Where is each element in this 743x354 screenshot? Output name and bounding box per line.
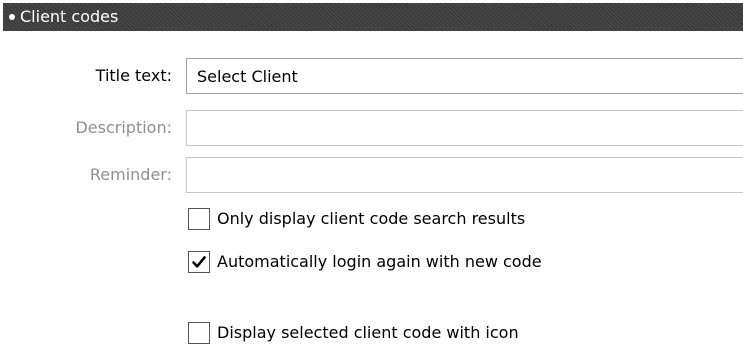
- only-display-search-results-checkbox[interactable]: [188, 208, 210, 230]
- title-text-input[interactable]: [186, 58, 743, 94]
- display-code-with-icon-checkbox[interactable]: [188, 322, 210, 344]
- checkmark-icon: [192, 256, 206, 268]
- client-codes-panel: Client codes Title text: Description: Re…: [0, 0, 743, 354]
- only-display-search-results-label: Only display client code search results: [217, 209, 526, 228]
- description-label: Description:: [75, 118, 172, 137]
- section-title: Client codes: [20, 7, 119, 26]
- reminder-input[interactable]: [186, 157, 743, 193]
- only-display-search-results-option[interactable]: Only display client code search results: [188, 207, 525, 231]
- auto-login-new-code-label: Automatically login again with new code: [217, 252, 542, 271]
- auto-login-new-code-option[interactable]: Automatically login again with new code: [188, 250, 542, 274]
- display-code-with-icon-label: Display selected client code with icon: [217, 323, 519, 342]
- title-text-label: Title text:: [95, 66, 172, 85]
- auto-login-new-code-checkbox[interactable]: [188, 251, 210, 273]
- section-header: Client codes: [3, 3, 743, 31]
- bullet-icon: [9, 13, 15, 20]
- reminder-label: Reminder:: [89, 165, 172, 184]
- display-code-with-icon-option[interactable]: Display selected client code with icon: [188, 321, 519, 345]
- description-input[interactable]: [186, 110, 743, 146]
